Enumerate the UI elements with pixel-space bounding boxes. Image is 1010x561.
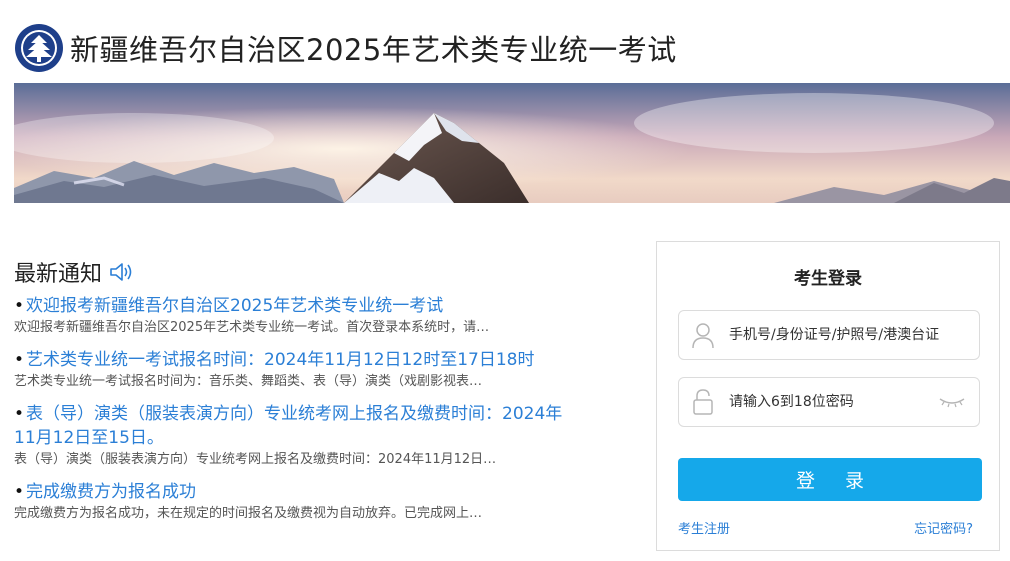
news-item-title[interactable]: 表（导）演类（服装表演方向）专业统考网上报名及缴费时间：2024年11月12日至… bbox=[14, 404, 562, 448]
login-title: 考生登录 bbox=[794, 269, 862, 289]
news-item: • 艺术类专业统一考试报名时间：2024年11月12日12时至17日18时 艺术类… bbox=[14, 348, 574, 392]
bullet-icon: • bbox=[14, 350, 25, 370]
news-link[interactable]: • 表（导）演类（服装表演方向）专业统考网上报名及缴费时间：2024年11月12日… bbox=[14, 402, 574, 450]
login-button[interactable]: 登 录 bbox=[678, 458, 982, 501]
news-item: • 表（导）演类（服装表演方向）专业统考网上报名及缴费时间：2024年11月12日… bbox=[14, 402, 574, 470]
mountain-banner bbox=[14, 83, 1010, 203]
username-field-wrapper bbox=[678, 310, 980, 360]
bullet-icon: • bbox=[14, 296, 25, 316]
user-icon bbox=[679, 321, 727, 349]
site-title: 新疆维吾尔自治区2025年艺术类专业统一考试 bbox=[70, 33, 677, 67]
news-link[interactable]: • 艺术类专业统一考试报名时间：2024年11月12日12时至17日18时 bbox=[14, 348, 574, 372]
bullet-icon: • bbox=[14, 404, 25, 424]
speaker-icon bbox=[110, 263, 132, 281]
password-field-wrapper bbox=[678, 377, 980, 427]
news-item-summary: 欢迎报考新疆维吾尔自治区2025年艺术类专业统一考试。首次登录本系统时，请… bbox=[14, 320, 490, 335]
username-input[interactable] bbox=[727, 326, 979, 344]
news-title: 最新通知 bbox=[14, 262, 103, 287]
forgot-password-link[interactable]: 忘记密码? bbox=[914, 518, 973, 537]
news-item: • 欢迎报考新疆维吾尔自治区2025年艺术类专业统一考试 欢迎报考新疆维吾尔自治区… bbox=[14, 294, 574, 338]
news-link[interactable]: • 完成缴费方为报名成功 bbox=[14, 480, 574, 504]
news-item-summary: 完成缴费方为报名成功，未在规定的时间报名及缴费视为自动放弃。已完成网上… bbox=[14, 506, 483, 521]
lock-icon bbox=[679, 388, 727, 416]
news-item-summary: 表（导）演类（服装表演方向）专业统考网上报名及缴费时间：2024年11月12日… bbox=[14, 452, 497, 467]
login-panel: 考生登录 登 录 考生注册 忘记密码? bbox=[656, 241, 1000, 551]
eye-closed-icon[interactable] bbox=[937, 395, 967, 409]
news-item: • 完成缴费方为报名成功 完成缴费方为报名成功，未在规定的时间报名及缴费视为自动放… bbox=[14, 480, 574, 524]
password-input[interactable] bbox=[727, 393, 937, 411]
news-item-title[interactable]: 完成缴费方为报名成功 bbox=[26, 482, 196, 502]
news-item-title[interactable]: 欢迎报考新疆维吾尔自治区2025年艺术类专业统一考试 bbox=[26, 296, 443, 316]
news-link[interactable]: • 欢迎报考新疆维吾尔自治区2025年艺术类专业统一考试 bbox=[14, 294, 574, 318]
register-link[interactable]: 考生注册 bbox=[678, 518, 730, 537]
bullet-icon: • bbox=[14, 482, 25, 502]
news-section: 最新通知 • 欢迎报考新疆维吾尔自治区2025年艺术类专业统一考试 欢迎报考新疆维… bbox=[14, 256, 574, 534]
site-header: 新疆维吾尔自治区2025年艺术类专业统一考试 bbox=[14, 20, 677, 76]
news-header: 最新通知 bbox=[14, 256, 574, 288]
emblem-logo bbox=[15, 24, 63, 72]
news-item-title[interactable]: 艺术类专业统一考试报名时间：2024年11月12日12时至17日18时 bbox=[26, 350, 534, 370]
news-item-summary: 艺术类专业统一考试报名时间为：音乐类、舞蹈类、表（导）演类（戏剧影视表… bbox=[14, 374, 483, 389]
